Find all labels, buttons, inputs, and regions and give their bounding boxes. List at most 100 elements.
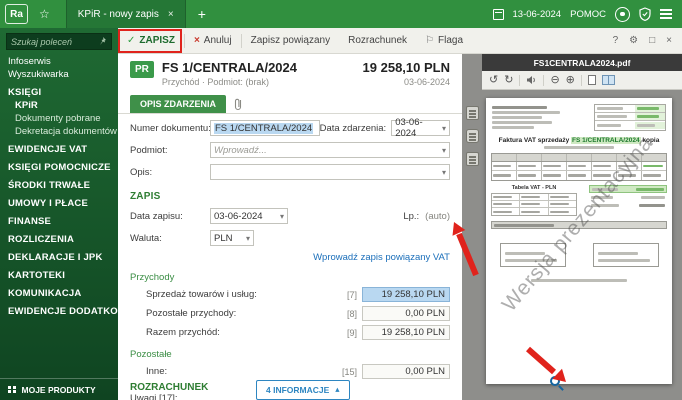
sound-icon[interactable] (526, 75, 537, 85)
section-zapis: ZAPIS (130, 191, 161, 202)
subject-select[interactable]: ▾ (210, 142, 450, 158)
invoice-header-block (486, 98, 672, 131)
flag-button[interactable]: ⚐ Flaga (416, 28, 472, 53)
invoice-items-table (491, 153, 667, 181)
sidebar-item-ksiegi[interactable]: KSIĘGI (0, 86, 118, 99)
pin-icon[interactable] (99, 37, 107, 46)
vat-entry-link[interactable]: Wprowadź zapis powiązany VAT (313, 252, 450, 263)
sidebar-item-ewidencje-vat[interactable]: EWIDENCJE VAT (0, 143, 118, 156)
entry-form: PR FS 1/CENTRALA/2024 Przychód · Podmiot… (118, 54, 462, 400)
current-date[interactable]: 13-06-2024 (513, 9, 562, 20)
save-label: ZAPISZ (139, 35, 175, 46)
rotate-left-icon[interactable]: ↺ (489, 74, 498, 86)
field-15-value[interactable]: 0,00 PLN (362, 364, 450, 379)
entry-date-value: 03-06-2024 (214, 210, 263, 222)
sidebar-item-finanse[interactable]: FINANSE (0, 215, 118, 228)
sidebar-item-deklaracje-i-jpk[interactable]: DEKLARACJE I JPK (0, 251, 118, 264)
document-number-input[interactable]: FS 1/CENTRALA/2024 (210, 120, 320, 136)
close-icon[interactable]: × (666, 35, 672, 46)
cancel-button[interactable]: × Anuluj (185, 28, 241, 53)
field-7-index: [7] (346, 289, 357, 300)
app-logo[interactable]: Ra (5, 4, 28, 24)
single-page-icon[interactable] (587, 75, 596, 85)
new-tab-button[interactable]: + (198, 6, 206, 22)
document-number-value: FS 1/CENTRALA/2024 (214, 122, 314, 134)
currency-select[interactable]: PLN ▾ (210, 230, 254, 246)
command-search[interactable] (6, 33, 112, 50)
invoice-title-suffix: kopia (642, 137, 660, 144)
income-group-label: Przychody (130, 272, 175, 283)
entry-date-select[interactable]: 03-06-2024 ▾ (210, 208, 288, 224)
preview-side-icons (462, 90, 482, 400)
pdf-page[interactable]: Faktura VAT sprzedaży FS 1/CENTRALA/2024… (486, 98, 672, 384)
sidebar-item-kpir[interactable]: KPiR (0, 99, 118, 112)
document-subtitle: Przychód · Podmiot: (brak) (161, 77, 269, 87)
zoom-out-icon[interactable]: ⊖ (550, 74, 559, 86)
lp-label: Lp.: (403, 210, 420, 222)
settings-gear-icon[interactable]: ⚙ (629, 35, 638, 46)
facing-pages-icon[interactable] (601, 75, 615, 85)
help-menu[interactable]: POMOC (570, 9, 606, 20)
menu-icon[interactable] (660, 9, 672, 19)
chevron-down-icon: ▾ (441, 167, 446, 177)
sidebar-item-ksiegi-pomocnicze[interactable]: KSIĘGI POMOCNICZE (0, 161, 118, 174)
field-8-value[interactable]: 0,00 PLN (362, 306, 450, 321)
zoom-magnifier-icon[interactable] (550, 376, 560, 386)
search-input[interactable] (11, 36, 96, 47)
grid-icon (8, 385, 16, 394)
comments-icon[interactable] (465, 129, 479, 143)
titlebar-right: 13-06-2024 POMOC (492, 6, 682, 22)
check-icon: ✓ (127, 35, 136, 46)
invoice-dates-table (594, 104, 666, 131)
x-icon: × (193, 35, 200, 46)
field-7-value[interactable]: 19 258,10 PLN (362, 287, 450, 302)
calendar-icon (492, 8, 504, 20)
toolbar-separator (543, 74, 545, 86)
paperclip-icon[interactable] (233, 97, 243, 111)
sidebar-item-srodki-trwale[interactable]: ŚRODKI TRWAŁE (0, 179, 118, 192)
chevron-down-icon: ▾ (279, 211, 284, 221)
info-expand-button[interactable]: 4 INFORMACJE ▴ (256, 380, 350, 400)
zoom-in-icon[interactable]: ⊕ (566, 74, 575, 86)
sidebar-item-dekretacja-dokumentow[interactable]: Dekretacja dokumentów (0, 125, 118, 138)
invoice-summary-block: Tabela VAT - PLN (486, 181, 672, 216)
settlement-button[interactable]: Rozrachunek (339, 28, 416, 53)
tab-opis-zdarzenia[interactable]: OPIS ZDARZENIA (130, 95, 227, 113)
subject-input[interactable] (214, 144, 442, 156)
sidebar-item-kartoteki[interactable]: KARTOTEKI (0, 269, 118, 282)
rotate-right-icon[interactable]: ↻ (504, 74, 513, 86)
shield-icon[interactable] (639, 7, 651, 21)
status-circle-icon[interactable] (615, 6, 630, 22)
help-icon[interactable]: ? (613, 35, 619, 46)
save-related-button[interactable]: Zapisz powiązany (242, 28, 339, 53)
form-tabs: OPIS ZDARZENIA (118, 87, 462, 114)
save-related-label: Zapisz powiązany (250, 35, 331, 46)
field-9-value[interactable]: 19 258,10 PLN (362, 325, 450, 340)
sidebar-item-rozliczenia[interactable]: ROZLICZENIA (0, 233, 118, 246)
sidebar-item-infoserwis[interactable]: Infoserwis (0, 55, 118, 68)
field-9-index: [9] (346, 327, 357, 338)
sidebar-item-wyszukiwarka[interactable]: Wyszukiwarka (0, 68, 118, 81)
entry-date-label: Data zapisu: (130, 210, 183, 222)
info-button-label: 4 INFORMACJE (266, 384, 330, 395)
sidebar-item-ewidencje-dodatkowe[interactable]: EWIDENCJE DODATKOWE (0, 305, 118, 318)
description-select[interactable]: ▾ (210, 164, 450, 180)
sidebar-item-dokumenty-pobrane[interactable]: Dokumenty pobrane (0, 112, 118, 125)
event-date-select[interactable]: 03-06-2024 ▾ (391, 117, 450, 139)
tab-close-icon[interactable]: × (168, 9, 174, 20)
tab-kpir-nowy-zapis[interactable]: KPiR - nowy zapis × (65, 0, 186, 28)
maximize-icon[interactable]: □ (649, 35, 655, 46)
save-button[interactable]: ✓ ZAPISZ (118, 28, 184, 53)
currency-value: PLN (214, 232, 233, 244)
section-rozrachunek: ROZRACHUNEK (130, 382, 209, 393)
attachments-icon[interactable] (465, 152, 479, 166)
sidebar: Infoserwis Wyszukiwarka KSIĘGI KPiR Doku… (0, 28, 118, 400)
favorites-star-icon[interactable]: ☆ (39, 7, 50, 21)
field-15-index: [15] (341, 366, 357, 377)
event-date-value: 03-06-2024 (395, 117, 423, 139)
sidebar-item-umowy-i-place[interactable]: UMOWY I PŁACE (0, 197, 118, 210)
export-document-icon[interactable] (465, 106, 479, 120)
sidebar-item-komunikacja[interactable]: KOMUNIKACJA (0, 287, 118, 300)
app-window: Ra ☆ KPiR - nowy zapis × + 13-06-2024 PO… (0, 0, 682, 400)
my-products-button[interactable]: MOJE PRODUKTY (0, 378, 118, 400)
